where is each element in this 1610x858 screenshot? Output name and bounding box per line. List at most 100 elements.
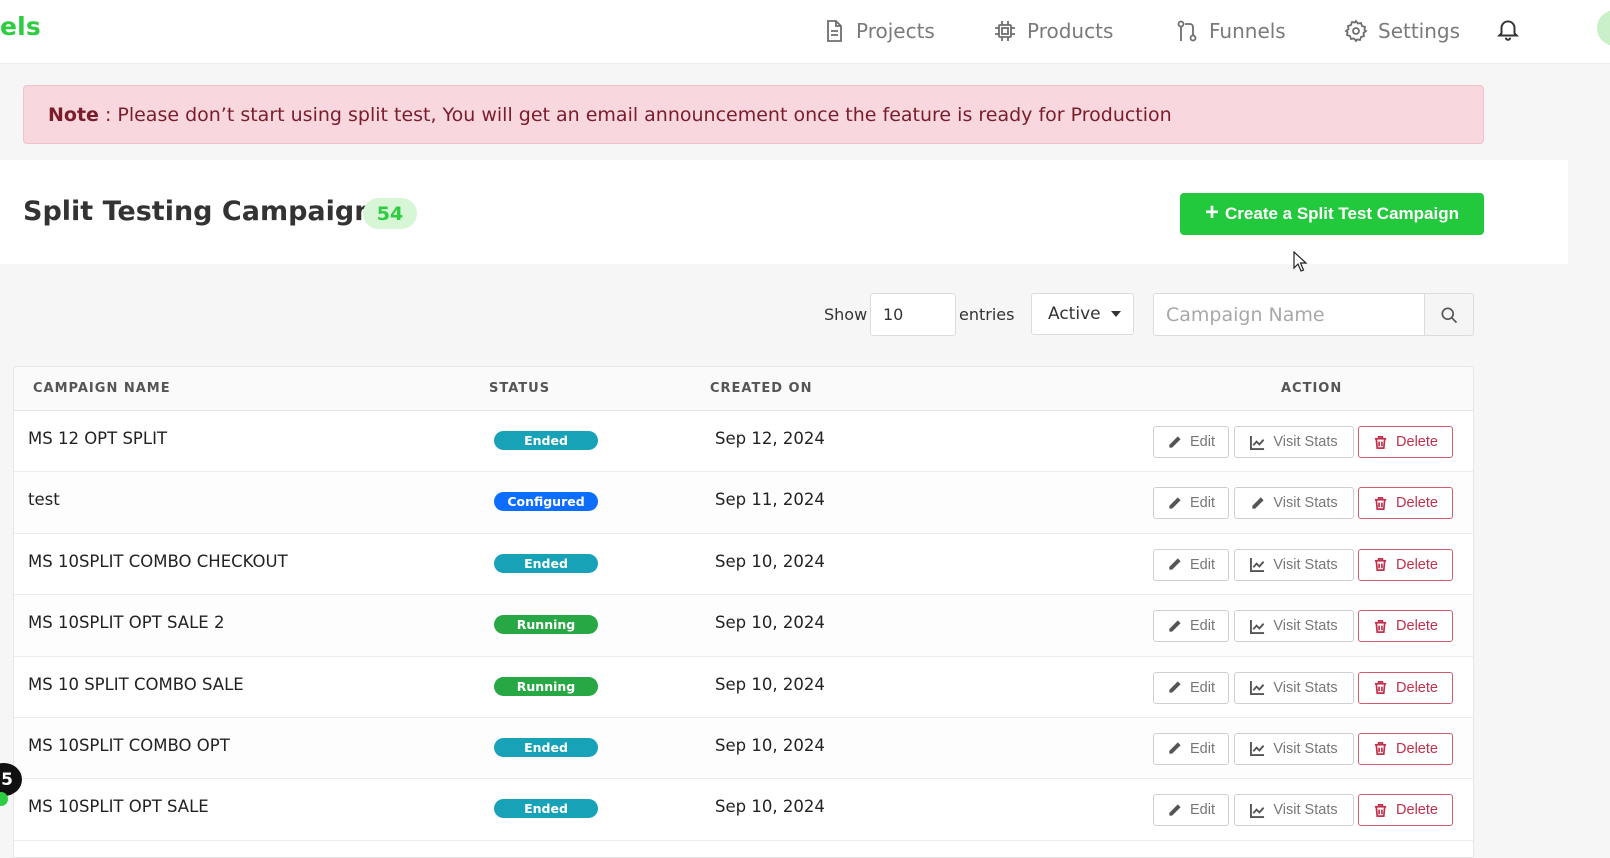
delete-label: Delete bbox=[1396, 556, 1438, 573]
created-on: Sep 10, 2024 bbox=[715, 674, 825, 694]
status-badge: Ended bbox=[494, 553, 598, 573]
edit-button[interactable]: Edit bbox=[1153, 671, 1229, 704]
status-badge: Ended bbox=[494, 799, 598, 819]
visit-stats-button[interactable]: Visit Stats bbox=[1234, 426, 1354, 458]
bell-icon bbox=[1496, 20, 1520, 41]
visit-stats-button[interactable]: Visit Stats bbox=[1234, 487, 1354, 520]
visit-stats-label: Visit Stats bbox=[1273, 495, 1338, 512]
edit-button[interactable]: Edit bbox=[1153, 548, 1229, 581]
delete-label: Delete bbox=[1396, 618, 1438, 635]
campaign-name[interactable]: MS 10SPLIT OPT SALE bbox=[28, 797, 209, 816]
delete-button[interactable]: Delete bbox=[1358, 610, 1453, 643]
line-chart-icon bbox=[1250, 742, 1265, 757]
entries-label: entries bbox=[959, 305, 1015, 324]
created-on: Sep 10, 2024 bbox=[715, 613, 825, 633]
campaign-name[interactable]: MS 12 OPT SPLIT bbox=[28, 429, 167, 448]
notifications-button[interactable] bbox=[1495, 16, 1521, 42]
delete-label: Delete bbox=[1396, 434, 1438, 450]
visit-stats-label: Visit Stats bbox=[1273, 740, 1338, 757]
create-campaign-label: Create a Split Test Campaign bbox=[1225, 204, 1459, 223]
pencil-icon bbox=[1169, 497, 1181, 509]
delete-button[interactable]: Delete bbox=[1358, 794, 1453, 827]
note-banner: Note : Please don’t start using split te… bbox=[23, 85, 1484, 144]
nav-settings[interactable]: Settings bbox=[1344, 16, 1460, 46]
visit-stats-label: Visit Stats bbox=[1273, 618, 1338, 635]
entries-input[interactable] bbox=[870, 293, 956, 336]
edit-button[interactable]: Edit bbox=[1153, 487, 1229, 520]
campaign-name[interactable]: MS 10SPLIT OPT SALE 2 bbox=[28, 613, 224, 632]
create-campaign-button[interactable]: + Create a Split Test Campaign bbox=[1180, 193, 1484, 235]
page-title: Split Testing Campaigns bbox=[23, 196, 390, 227]
table-header: CAMPAIGN NAME STATUS CREATED ON ACTION bbox=[14, 367, 1473, 411]
edit-label: Edit bbox=[1190, 740, 1215, 757]
status-filter-value: Active bbox=[1048, 304, 1101, 324]
branch-icon bbox=[1177, 20, 1197, 42]
edit-button[interactable]: Edit bbox=[1153, 732, 1229, 765]
visit-stats-label: Visit Stats bbox=[1273, 679, 1338, 696]
edit-label: Edit bbox=[1190, 802, 1215, 819]
created-on: Sep 11, 2024 bbox=[715, 490, 825, 510]
visit-stats-button[interactable]: Visit Stats bbox=[1234, 794, 1354, 827]
pencil-icon bbox=[1252, 497, 1264, 509]
search-icon bbox=[1441, 307, 1458, 323]
nav-funnels[interactable]: Funnels bbox=[1175, 16, 1286, 46]
pencil-icon bbox=[1169, 435, 1181, 448]
table-body: MS 12 OPT SPLIT Ended Sep 12, 2024 Edit … bbox=[14, 411, 1473, 841]
status-filter-dropdown[interactable]: Active bbox=[1031, 293, 1134, 335]
campaign-search-input[interactable] bbox=[1153, 293, 1425, 336]
edit-button[interactable]: Edit bbox=[1153, 610, 1229, 643]
search-button[interactable] bbox=[1424, 293, 1474, 336]
green-dot bbox=[0, 792, 8, 806]
edit-label: Edit bbox=[1190, 618, 1215, 635]
note-text: : Please don’t start using split test, Y… bbox=[104, 103, 1172, 126]
edit-button[interactable]: Edit bbox=[1153, 794, 1229, 827]
visit-stats-button[interactable]: Visit Stats bbox=[1234, 548, 1354, 581]
trash-icon bbox=[1374, 496, 1387, 510]
status-badge: Ended bbox=[494, 431, 598, 450]
campaign-name[interactable]: MS 10 SPLIT COMBO SALE bbox=[28, 675, 244, 694]
table-row: test Configured Sep 11, 2024 Edit Visit … bbox=[14, 472, 1473, 534]
edit-label: Edit bbox=[1190, 495, 1215, 512]
col-campaign-name: CAMPAIGN NAME bbox=[33, 381, 171, 396]
line-chart-icon bbox=[1250, 619, 1265, 634]
table-row: MS 10SPLIT COMBO CHECKOUT Ended Sep 10, … bbox=[14, 533, 1473, 596]
delete-button[interactable]: Delete bbox=[1358, 671, 1453, 704]
count-badge: 54 bbox=[363, 198, 417, 229]
pencil-icon bbox=[1169, 620, 1181, 632]
nav-projects[interactable]: Projects bbox=[822, 16, 935, 46]
delete-label: Delete bbox=[1396, 802, 1438, 819]
avatar[interactable] bbox=[1597, 10, 1610, 46]
visit-stats-button[interactable]: Visit Stats bbox=[1234, 732, 1354, 765]
nav-projects-label: Projects bbox=[856, 19, 935, 43]
campaign-name[interactable]: test bbox=[28, 490, 60, 509]
visit-stats-label: Visit Stats bbox=[1273, 802, 1338, 819]
edit-label: Edit bbox=[1190, 679, 1215, 696]
col-action: ACTION bbox=[1281, 381, 1343, 396]
trash-icon bbox=[1374, 435, 1387, 449]
edit-label: Edit bbox=[1190, 556, 1215, 573]
delete-button[interactable]: Delete bbox=[1358, 732, 1453, 765]
visit-stats-button[interactable]: Visit Stats bbox=[1234, 671, 1354, 704]
pencil-icon bbox=[1169, 742, 1181, 755]
document-icon bbox=[827, 20, 842, 42]
edit-label: Edit bbox=[1190, 434, 1215, 450]
table-row: MS 10 SPLIT COMBO SALE Running Sep 10, 2… bbox=[14, 656, 1473, 718]
trash-icon bbox=[1374, 742, 1387, 756]
visit-stats-button[interactable]: Visit Stats bbox=[1234, 610, 1354, 643]
edit-button[interactable]: Edit bbox=[1153, 426, 1229, 458]
nav-products[interactable]: Products bbox=[993, 16, 1113, 46]
campaign-name[interactable]: MS 10SPLIT COMBO CHECKOUT bbox=[28, 552, 288, 571]
pencil-icon bbox=[1169, 681, 1181, 693]
campaign-name[interactable]: MS 10SPLIT COMBO OPT bbox=[28, 736, 230, 755]
created-on: Sep 10, 2024 bbox=[715, 551, 825, 571]
delete-button[interactable]: Delete bbox=[1358, 548, 1453, 581]
delete-button[interactable]: Delete bbox=[1358, 487, 1453, 520]
delete-button[interactable]: Delete bbox=[1358, 426, 1453, 458]
delete-label: Delete bbox=[1396, 740, 1438, 757]
brand-logo[interactable]: els bbox=[0, 12, 41, 41]
line-chart-icon bbox=[1250, 803, 1265, 818]
chip-icon bbox=[995, 21, 1015, 41]
mouse-cursor-icon bbox=[1293, 251, 1308, 272]
gear-icon bbox=[1344, 19, 1368, 43]
caret-down-icon bbox=[1110, 311, 1121, 317]
